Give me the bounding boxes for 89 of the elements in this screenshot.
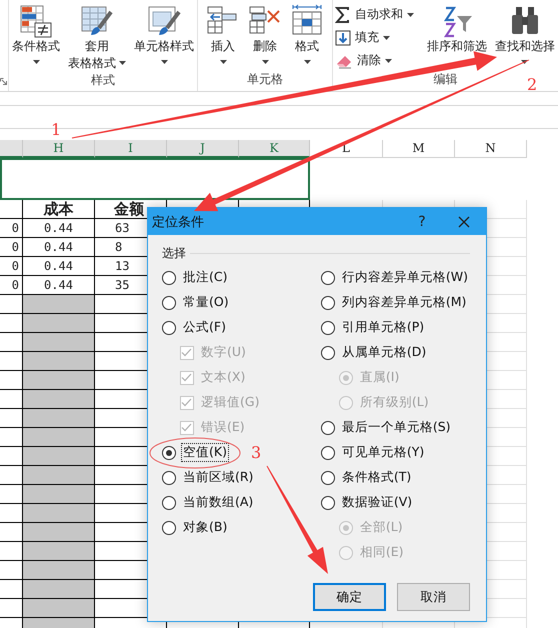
caret-icon (32, 60, 40, 64)
column-header[interactable]: K (239, 140, 310, 158)
option-label[interactable]: 常量(O) (181, 293, 231, 312)
radio-button[interactable] (162, 270, 176, 284)
table-cell: 0.44 (44, 240, 73, 254)
table-cell: 0 (12, 259, 19, 273)
caret-icon (304, 60, 311, 64)
fill-down-icon (334, 30, 351, 46)
step-number: 3 (251, 444, 262, 462)
step-number: 2 (527, 76, 538, 94)
radio-button[interactable] (320, 470, 335, 484)
launcher-icon[interactable] (0, 78, 7, 85)
radio-button[interactable] (162, 446, 176, 460)
radio-button[interactable] (320, 420, 335, 434)
ribbon-button[interactable]: 清除 (332, 50, 416, 71)
ribbon-button[interactable]: 格式 (287, 4, 328, 64)
conditional-format-icon (19, 4, 54, 38)
column-header[interactable]: H (23, 140, 95, 158)
caret-icon (160, 60, 168, 64)
column-header[interactable]: M (383, 140, 455, 158)
close-icon (458, 216, 470, 228)
option-label[interactable]: 条件格式(T) (340, 468, 414, 487)
ribbon-button[interactable]: 插入 (203, 4, 244, 64)
ribbon-button[interactable]: 自动求和 (332, 4, 416, 25)
radio-button[interactable] (320, 346, 335, 360)
caret-icon (406, 12, 414, 16)
radio-button[interactable] (320, 496, 335, 510)
option-label[interactable]: 可见单元格(Y) (340, 443, 426, 462)
caret-icon (220, 60, 227, 64)
caret-icon (262, 60, 269, 64)
table-cell: 金额 (114, 200, 144, 218)
table-cell: 63 (115, 221, 130, 235)
radio-button[interactable] (162, 496, 176, 510)
column-header[interactable]: I (95, 140, 167, 158)
option-label[interactable]: 当前数组(A) (181, 493, 256, 512)
table-cell: 0.44 (44, 221, 73, 235)
option-label[interactable]: 批注(C) (181, 268, 230, 287)
table-cell: 0.44 (44, 259, 73, 273)
radio-button[interactable] (162, 320, 176, 334)
radio-button[interactable] (320, 296, 335, 310)
radio-button[interactable] (162, 520, 176, 534)
ribbon-button[interactable]: 单元格样式 (131, 4, 198, 64)
ribbon-button[interactable]: 套用 表格格式 (65, 4, 130, 72)
table-cell: 0 (12, 240, 19, 254)
option-label[interactable]: 最后一个单元格(S) (340, 418, 453, 437)
group-label: 选择 (162, 245, 186, 262)
ribbon-button[interactable]: 查找和选择 (492, 4, 558, 64)
column-header[interactable] (0, 140, 23, 158)
table-cell: 8 (115, 240, 122, 254)
option-label[interactable]: 引用单元格(P) (340, 318, 426, 337)
table-brush-icon (80, 4, 114, 38)
option-label[interactable]: 行内容差异单元格(W) (340, 268, 470, 287)
table-cell: 35 (115, 278, 130, 292)
caret-icon (384, 58, 392, 62)
radio-button[interactable] (320, 320, 335, 334)
sum-icon (334, 6, 351, 22)
ribbon-button[interactable]: 排序和筛选 (424, 4, 490, 55)
radio-button[interactable] (162, 296, 176, 310)
radio-button[interactable] (162, 470, 176, 484)
group-label: 样式 (91, 72, 116, 89)
table-cell: 0 (12, 221, 19, 235)
ribbon-button[interactable]: 删除 (245, 4, 286, 64)
option-label[interactable]: 从属单元格(D) (340, 343, 428, 362)
help-button[interactable]: ? (402, 208, 442, 235)
column-header[interactable]: J (167, 140, 239, 158)
group-label: 编辑 (433, 71, 458, 88)
dialog-button[interactable]: 确定 (313, 583, 386, 611)
ribbon-button[interactable]: 填充 (332, 27, 416, 48)
radio-button[interactable] (320, 446, 335, 460)
caret-icon (382, 36, 390, 40)
cell-brush-icon (147, 4, 182, 38)
table-cell: 0 (12, 278, 19, 292)
dialog-button[interactable]: 取消 (397, 583, 470, 611)
option-label[interactable]: 列内容差异单元格(M) (340, 293, 468, 312)
group-label: 单元格 (247, 71, 284, 88)
radio-button[interactable] (320, 270, 335, 284)
option-label[interactable]: 对象(B) (181, 518, 230, 537)
ribbon-button[interactable]: 条件格式 (9, 4, 64, 64)
option-label[interactable]: 空值(K) (181, 443, 229, 462)
table-cell: 13 (115, 259, 130, 273)
option-label[interactable]: 公式(F) (181, 318, 228, 337)
column-header[interactable]: N (455, 140, 527, 158)
option-label[interactable]: 当前区域(R) (181, 468, 256, 487)
table-cell: 成本 (44, 200, 74, 218)
table-cell: 0.44 (44, 278, 73, 292)
dialog-title: 定位条件 (152, 214, 205, 230)
option-label[interactable]: 数据验证(V) (340, 493, 414, 512)
caret-icon (119, 61, 126, 65)
step-number: 1 (51, 121, 62, 139)
